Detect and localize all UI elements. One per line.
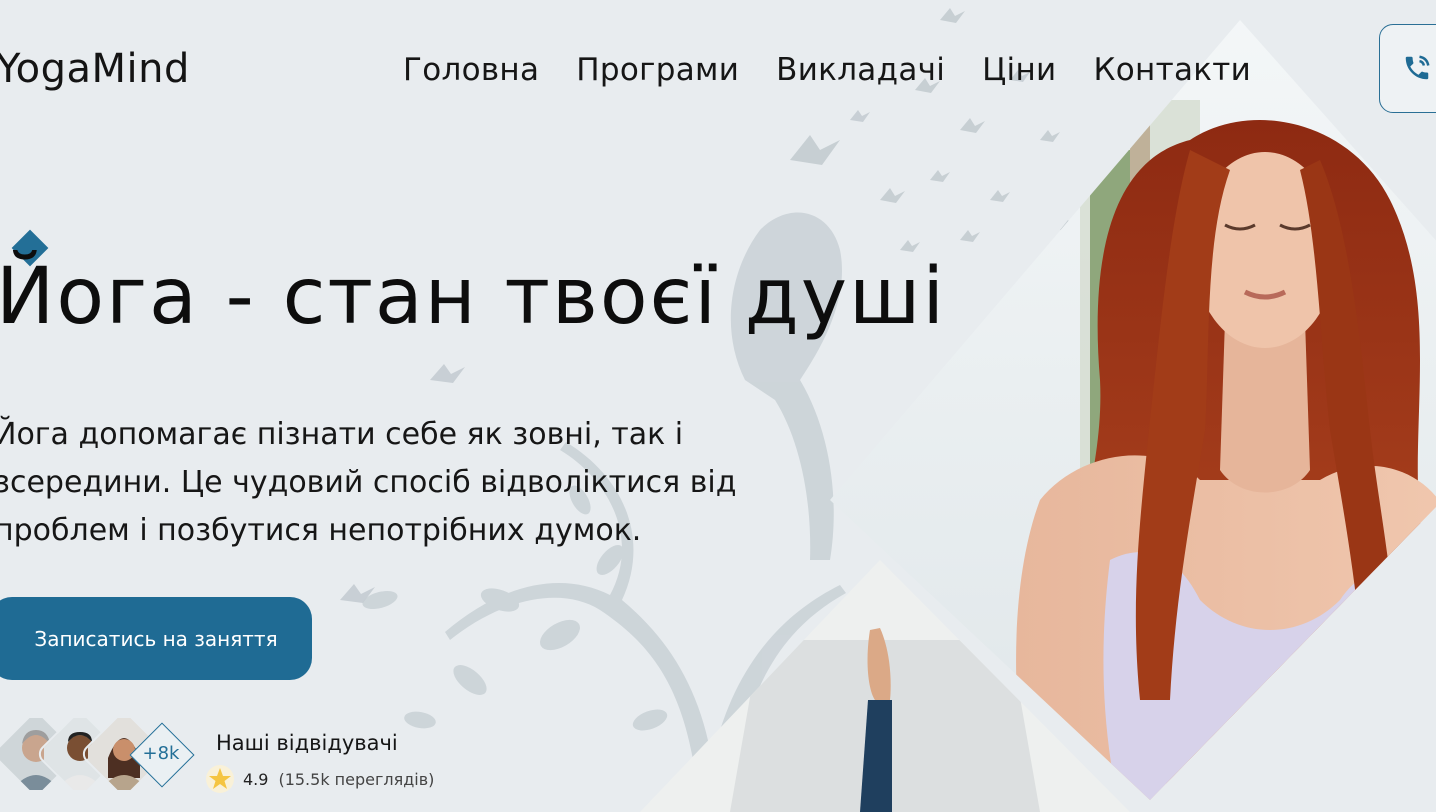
hero-title: Йога - стан твоєї душі	[0, 252, 947, 342]
more-visitors-count: +8k	[142, 743, 180, 764]
phone-icon	[1405, 55, 1430, 80]
nav-item-home[interactable]: Головна	[403, 52, 539, 88]
phone-button[interactable]	[1379, 24, 1436, 113]
rating: 4.9 (15.5k переглядів)	[205, 764, 434, 794]
review-count: (15.5k переглядів)	[278, 769, 435, 789]
nav-item-teachers[interactable]: Викладачі	[776, 52, 945, 88]
nav-item-programs[interactable]: Програми	[576, 52, 739, 88]
nav-item-contacts[interactable]: Контакти	[1093, 52, 1251, 88]
main-nav: Головна Програми Викладачі Ціни Контакти	[403, 52, 1251, 88]
visitors-title: Наші відвідувачі	[216, 731, 398, 755]
nav-item-prices[interactable]: Ціни	[982, 52, 1056, 88]
hero-background-art	[340, 8, 1436, 812]
rating-value: 4.9	[243, 769, 269, 789]
brand-logo[interactable]: YogaMind	[0, 46, 190, 92]
hero-description: Йога допомагає пізнати себе як зовні, та…	[0, 417, 737, 548]
signup-button[interactable]: Записатись на заняття	[0, 597, 312, 680]
star-icon	[206, 765, 234, 793]
